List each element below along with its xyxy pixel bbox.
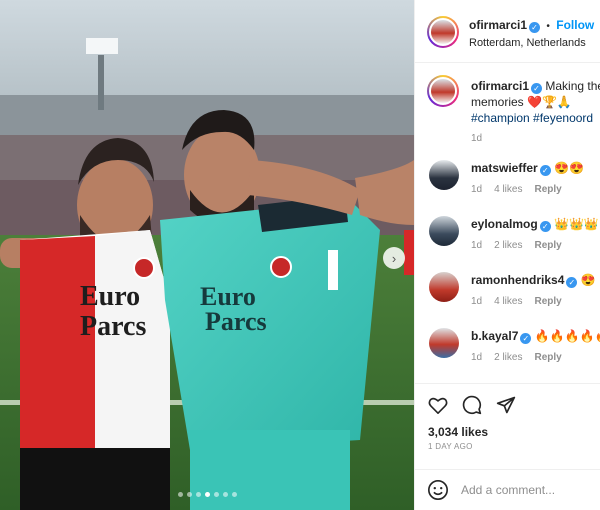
comment-row: matswieffer ✓ 😍😍 1d 4 likes Reply [415, 160, 600, 216]
comment-likes[interactable]: 4 likes [494, 184, 522, 195]
comment-time: 1d [471, 184, 483, 195]
follow-button[interactable]: Follow [556, 18, 594, 32]
posted-time: 1 DAY AGO [428, 442, 473, 451]
comment-likes[interactable]: 4 likes [494, 296, 522, 307]
carousel-dot [177, 492, 183, 497]
caption-avatar[interactable] [427, 75, 459, 107]
comment-text: 🔥🔥🔥🔥🔥🔥 [534, 329, 600, 343]
post-side-panel: ofirmarci1 ✓ • Follow Rotterdam, Netherla… [414, 0, 600, 510]
svg-text:Euro: Euro [80, 281, 140, 312]
caption-text-line1: Making the [545, 79, 600, 93]
carousel-dot [213, 492, 219, 497]
svg-text:Parcs: Parcs [205, 307, 267, 336]
comment-text: 😍😍 [554, 161, 584, 175]
verified-badge-icon: ✓ [531, 83, 543, 94]
location-link[interactable]: Rotterdam, Netherlands [469, 37, 586, 49]
comment-username[interactable]: ramonhendriks4 [471, 273, 564, 287]
caption-username[interactable]: ofirmarci1 [471, 79, 529, 93]
post-photo[interactable]: Euro Parcs Euro Parcs › [0, 0, 414, 510]
post-header: ofirmarci1 ✓ • Follow Rotterdam, Netherla… [415, 0, 600, 63]
comment-row: eylonalmog ✓ 👑👑👑 1d 2 likes Reply [415, 216, 600, 272]
verified-badge-icon: ✓ [566, 277, 578, 288]
verified-badge-icon: ✓ [539, 165, 551, 176]
comment-likes[interactable]: 2 likes [494, 240, 522, 251]
verified-badge-icon: ✓ [529, 22, 541, 33]
comment-icon[interactable] [461, 394, 483, 416]
reply-button[interactable]: Reply [534, 240, 561, 251]
svg-text:Parcs: Parcs [80, 311, 146, 342]
caption-time: 1d [471, 133, 483, 144]
comment-row: ramonhendriks4 ✓ 😍 1d 4 likes Reply [415, 272, 600, 328]
separator-dot: • [546, 21, 550, 32]
carousel-dot [186, 492, 192, 497]
heart-icon[interactable] [427, 394, 449, 416]
reply-button[interactable]: Reply [534, 352, 561, 363]
emoji-smile-icon[interactable] [427, 479, 449, 501]
caption-hashtags[interactable]: #champion #feyenoord [471, 110, 600, 126]
carousel-dot [231, 492, 237, 497]
verified-badge-icon: ✓ [520, 333, 532, 344]
caption-text-line2: memories ❤️🏆🙏 [471, 95, 572, 109]
reply-button[interactable]: Reply [534, 296, 561, 307]
comment-avatar[interactable] [429, 160, 459, 190]
chevron-right-icon: › [391, 250, 397, 266]
verified-badge-icon: ✓ [539, 221, 551, 232]
comment-text: 😍 [580, 273, 596, 287]
comment-time: 1d [471, 240, 483, 251]
carousel-dot [222, 492, 228, 497]
carousel-next-button[interactable]: › [383, 247, 405, 269]
comment-time: 1d [471, 352, 483, 363]
comment-username[interactable]: matswieffer [471, 161, 538, 175]
comment-likes[interactable]: 2 likes [494, 352, 522, 363]
comment-avatar[interactable] [429, 328, 459, 358]
avatar[interactable] [427, 16, 459, 48]
comment-username[interactable]: b.kayal7 [471, 329, 518, 343]
comment-username[interactable]: eylonalmog [471, 217, 538, 231]
add-comment-bar [415, 469, 600, 510]
header-username[interactable]: ofirmarci1 [469, 18, 527, 32]
comment-text: 👑👑👑 [554, 217, 599, 231]
post-actions: 3,034 likes 1 DAY AGO [415, 383, 600, 469]
carousel-indicator [0, 492, 414, 497]
comment-avatar[interactable] [429, 272, 459, 302]
carousel-dot [195, 492, 201, 497]
carousel-dot [204, 492, 210, 497]
share-icon[interactable] [495, 394, 517, 416]
likes-count[interactable]: 3,034 likes [428, 425, 488, 439]
comment-input[interactable] [461, 480, 591, 500]
post-image: Euro Parcs Euro Parcs [0, 0, 414, 510]
comment-row: b.kayal7✓ 🔥🔥🔥🔥🔥🔥 1d 2 likes Reply [415, 328, 600, 384]
comment-time: 1d [471, 296, 483, 307]
comment-avatar[interactable] [429, 216, 459, 246]
reply-button[interactable]: Reply [534, 184, 561, 195]
